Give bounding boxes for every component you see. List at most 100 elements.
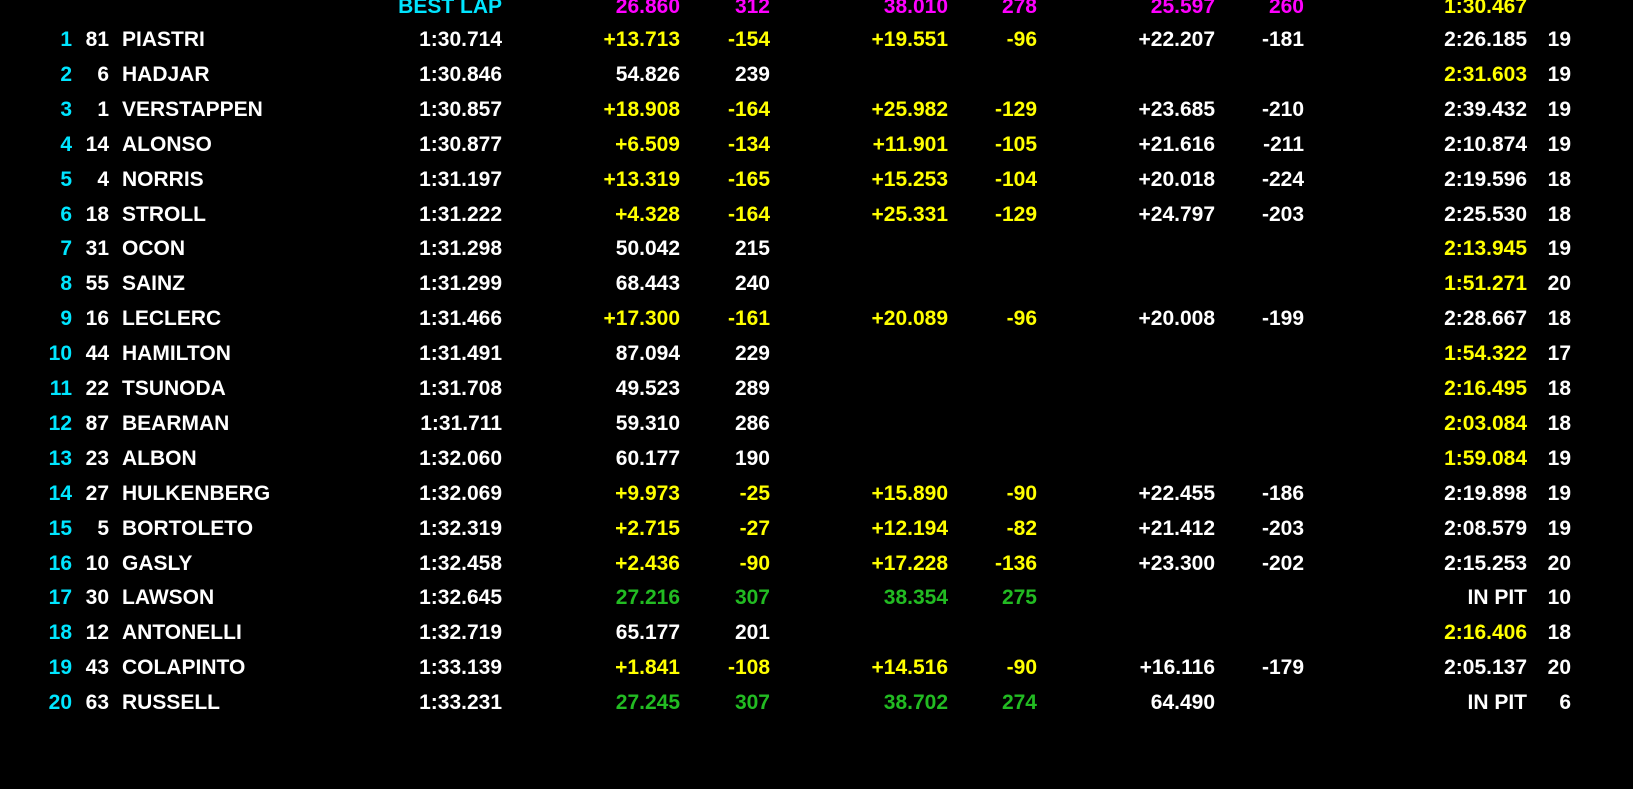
sector-2-time [820,57,948,92]
last-lap-time: 2:28.667 [1444,307,1527,331]
lap-count: 19 [1547,446,1571,470]
position: 4 [60,132,72,156]
sector-1-time: 59.310 [615,411,680,435]
best-lap-time: 1:31.708 [419,377,502,400]
position: 12 [48,411,72,435]
speed-trap-1: -90 [739,551,770,575]
best-lap-row: BEST LAP 26.860 312 38.010 278 25.597 260 1:30.… [0,0,1633,24]
sector-2-time: +25.331 [871,202,949,226]
lap-count: 19 [1547,516,1571,540]
lap-count: 18 [1547,167,1571,191]
sector-2-time: +15.890 [871,481,949,505]
car-number: 4 [97,167,109,191]
speed-trap-1: -165 [727,167,770,191]
sector-3-time: +23.300 [1138,551,1216,575]
table-row: 4 14 ALONSO 1:30.877 +6.509 -134 +11.901 -105 +2… [0,127,1633,162]
speed-trap-1: -25 [739,481,770,505]
speed-trap-2 [960,441,1037,476]
speed-trap-1: 215 [734,237,770,261]
position: 14 [48,481,72,505]
car-number: 55 [85,272,109,296]
speed-trap-2: -136 [994,551,1037,575]
last-lap-time: 2:16.495 [1444,377,1527,400]
sector-3-time: +21.412 [1138,516,1216,540]
table-row: 18 12 ANTONELLI 1:32.719 65.177 201 2:16.406 18 [0,615,1633,650]
lap-count: 19 [1547,97,1571,121]
lap-count: 18 [1547,377,1571,400]
lap-count: 19 [1547,237,1571,261]
position: 11 [49,377,72,400]
table-row: 8 55 SAINZ 1:31.299 68.443 240 1:51.271 20 [0,266,1633,301]
car-number: 44 [85,342,109,366]
position: 3 [60,97,72,121]
table-row: 7 31 OCON 1:31.298 50.042 215 2:13.945 19 [0,231,1633,266]
position: 5 [60,167,72,191]
position: 9 [60,307,72,331]
last-lap-time: 2:10.874 [1444,132,1527,156]
last-lap-time: 2:19.898 [1444,481,1527,505]
speed-trap-1: 289 [734,377,770,400]
best-last-lap: 1:30.467 [1444,0,1527,18]
sector-1-time: 68.443 [615,272,680,296]
sector-3-time: +20.008 [1138,307,1216,331]
position: 20 [48,691,72,715]
speed-trap-3 [1230,371,1304,406]
sector-3-time [1090,441,1215,476]
speed-trap-2: -104 [994,167,1037,191]
sector-1-time: 27.245 [615,691,680,715]
speed-trap-3: -203 [1261,202,1304,226]
table-row: 1 81 PIASTRI 1:30.714 +13.713 -154 +19.551 -96 +… [0,22,1633,57]
sector-1-time: +2.715 [615,516,680,540]
sector-1-time: 54.826 [615,62,680,86]
table-row: 17 30 LAWSON 1:32.645 27.216 307 38.354 275 IN P… [0,580,1633,615]
sector-1-time: 49.523 [615,377,680,400]
sector-3-time [1090,580,1215,615]
sector-3-time: 64.490 [1150,691,1215,715]
best-sector-2: 38.010 [883,0,948,18]
sector-2-time: +15.253 [871,167,949,191]
lap-count: 18 [1547,202,1571,226]
speed-trap-3 [1230,615,1304,650]
speed-trap-1: -27 [739,516,770,540]
sector-3-time: +22.455 [1138,481,1216,505]
speed-trap-2 [960,371,1037,406]
sector-2-time: +17.228 [871,551,949,575]
speed-trap-1: 307 [734,691,770,715]
position: 2 [60,62,72,86]
last-lap-time: IN PIT [1467,586,1527,610]
speed-trap-3: -211 [1263,132,1304,156]
last-lap-time: 1:59.084 [1444,446,1527,470]
speed-trap-3: -203 [1261,516,1304,540]
last-lap-time: 2:26.185 [1444,28,1527,51]
speed-trap-3 [1230,266,1304,301]
best-lap-time: 1:32.319 [419,516,502,540]
car-number: 63 [85,691,109,715]
speed-trap-3: -179 [1261,656,1304,680]
car-number: 5 [97,516,109,540]
speed-trap-2: -90 [1006,481,1037,505]
lap-count: 19 [1547,132,1571,156]
best-lap-time: 1:31.299 [419,272,502,296]
lap-count: 19 [1547,28,1571,51]
speed-trap-1: -164 [727,202,770,226]
speed-trap-2 [960,336,1037,371]
speed-trap-3 [1230,441,1304,476]
table-row: 9 16 LECLERC 1:31.466 +17.300 -161 +20.089 -96 +… [0,301,1633,336]
lap-count: 6 [1559,691,1571,715]
last-lap-time: 2:31.603 [1444,62,1527,86]
table-row: 11 22 TSUNODA 1:31.708 49.523 289 2:16.495 18 [0,371,1633,406]
sector-1-time: +17.300 [603,307,681,331]
speed-trap-2: 275 [1001,586,1037,610]
best-sector-1: 26.860 [615,0,680,18]
sector-1-time: 65.177 [615,621,680,645]
table-row: 15 5 BORTOLETO 1:32.319 +2.715 -27 +12.194 -82 +… [0,511,1633,546]
sector-1-time: +9.973 [615,481,680,505]
sector-3-time: +24.797 [1138,202,1216,226]
last-lap-time: 1:51.271 [1444,272,1527,296]
lap-count: 17 [1547,342,1571,366]
speed-trap-1: 239 [734,62,770,86]
speed-trap-2: -90 [1006,656,1037,680]
car-number: 27 [85,481,109,505]
best-lap-time: 1:32.069 [419,481,502,505]
sector-2-time [820,441,948,476]
